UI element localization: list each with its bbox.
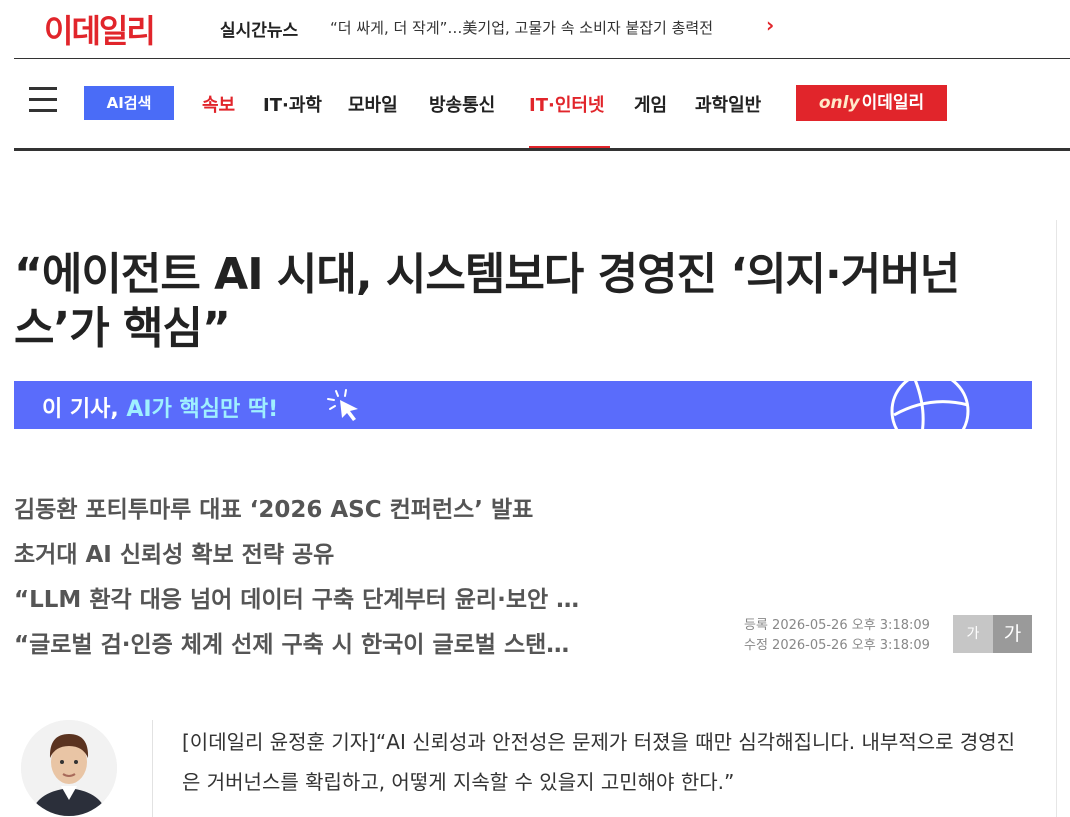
modified-date: 수정 2026-05-26 오후 3:18:09 (744, 638, 930, 653)
subtitle-item: “글로벌 검·인증 체계 선제 구축 시 한국이 글로벌 스탠… (14, 632, 570, 658)
only-badge-text: 이데일리 (861, 93, 925, 113)
nav-item-science[interactable]: 과학일반 (695, 91, 761, 117)
registered-date: 등록 2026-05-26 오후 3:18:09 (744, 618, 930, 633)
article-headline: “에이전트 AI 시대, 시스템보다 경영진 ‘의지·거버넌스’가 핵심” (14, 249, 960, 354)
nav-item-it-internet[interactable]: IT·인터넷 (529, 91, 605, 117)
realtime-news-label[interactable]: 실시간뉴스 (220, 16, 298, 41)
reporter-photo (21, 720, 117, 816)
reporter-avatar[interactable] (21, 720, 117, 816)
hamburger-icon[interactable] (29, 87, 57, 115)
site-logo[interactable]: 이데일리 (44, 6, 156, 52)
article-subtitles: 김동환 포티투마루 대표 ‘2026 ASC 컨퍼런스’ 발표 초거대 AI 신… (14, 488, 694, 668)
realtime-news-headline[interactable]: “더 싸게, 더 작게”…美기업, 고물가 속 소비자 붙잡기 총력전 (330, 17, 713, 38)
nav-divider (14, 148, 1070, 151)
author-divider (152, 720, 153, 817)
main-nav: AI검색 속보 IT·과학 모바일 방송통신 IT·인터넷 게임 과학일반 on… (0, 59, 1070, 151)
column-divider (1056, 220, 1057, 817)
ai-banner-highlight: AI가 핵심만 딱! (126, 397, 279, 422)
globe-icon (890, 381, 970, 429)
subtitle-item: “LLM 환각 대응 넘어 데이터 구축 단계부터 윤리·보안 … (14, 587, 580, 613)
subtitle-item: 김동환 포티투마루 대표 ‘2026 ASC 컨퍼런스’ 발표 (14, 497, 534, 523)
only-edaily-banner[interactable]: only 이데일리 (796, 85, 947, 121)
ai-summary-banner[interactable]: 이 기사, AI가 핵심만 딱! (14, 381, 1032, 429)
article-body-lead: [이데일리 윤정훈 기자]“AI 신뢰성과 안전성은 문제가 터졌을 때만 심각… (182, 730, 1016, 794)
click-cursor-icon (327, 389, 358, 421)
top-bar: 이데일리 실시간뉴스 “더 싸게, 더 작게”…美기업, 고물가 속 소비자 붙… (0, 0, 1070, 58)
article-dates: 등록 2026-05-26 오후 3:18:09 수정 2026-05-26 오… (744, 616, 930, 656)
ai-banner-text: 이 기사, AI가 핵심만 딱! (42, 391, 278, 423)
nav-item-game[interactable]: 게임 (634, 91, 667, 117)
nav-item-it-science[interactable]: IT·과학 (263, 91, 322, 117)
font-size-increase-button[interactable]: 가 (993, 615, 1032, 653)
chevron-right-icon[interactable]: › (766, 13, 774, 37)
nav-item-mobile[interactable]: 모바일 (348, 91, 398, 117)
nav-item-broadcast[interactable]: 방송통신 (429, 91, 495, 117)
only-badge-prefix: only (818, 93, 860, 113)
font-size-decrease-button[interactable]: 가 (953, 615, 993, 653)
subtitle-item: 초거대 AI 신뢰성 확보 전략 공유 (14, 542, 335, 568)
nav-item-breaking[interactable]: 속보 (202, 91, 235, 117)
ai-banner-prefix: 이 기사, (42, 397, 127, 422)
ai-search-button[interactable]: AI검색 (84, 86, 174, 120)
